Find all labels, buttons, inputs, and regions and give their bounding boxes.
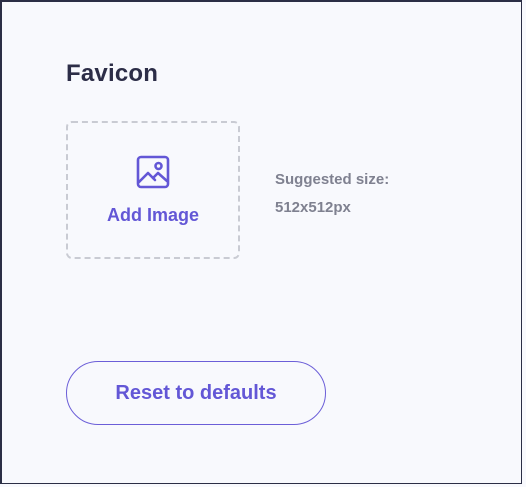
image-icon <box>136 155 170 189</box>
section-title: Favicon <box>66 60 159 87</box>
favicon-upload-dropzone[interactable]: Add Image <box>66 121 240 259</box>
reset-to-defaults-button[interactable]: Reset to defaults <box>66 361 326 425</box>
suggested-size-label: Suggested size: <box>275 171 390 188</box>
add-image-label: Add Image <box>106 205 199 225</box>
suggested-size-value: 512x512px <box>275 199 351 216</box>
suggested-size-hint: Suggested size: 512x512px <box>275 166 435 222</box>
settings-panel: Favicon Add Image Suggested size: 512x51… <box>0 0 522 484</box>
